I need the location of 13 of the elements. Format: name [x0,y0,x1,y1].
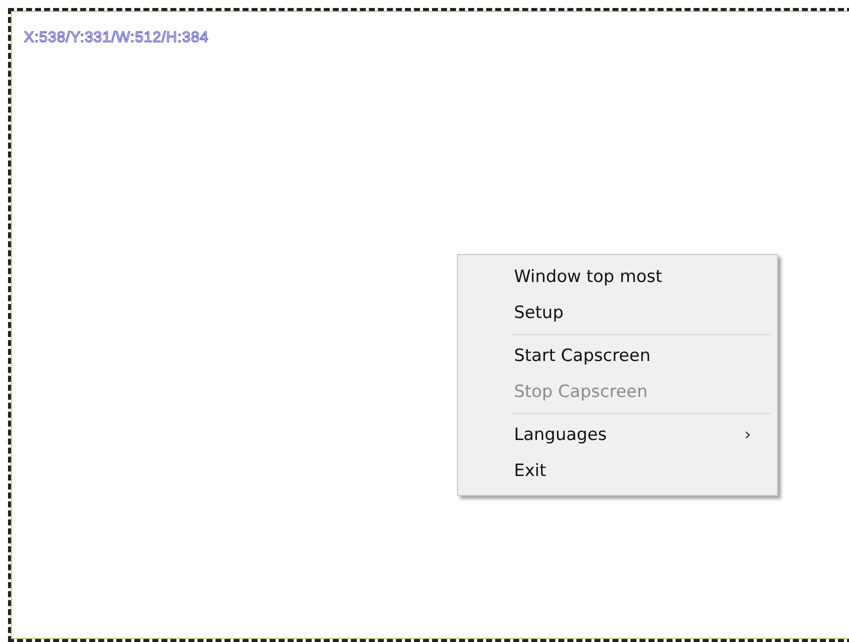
menu-item-label: Exit [514,461,546,481]
menu-item[interactable]: Languages › [460,417,775,453]
menu-item-label: Start Capscreen [514,346,651,366]
menu-item[interactable]: Start Capscreen [460,338,775,374]
menu-item[interactable]: Exit [460,453,775,489]
menu-item[interactable]: Setup [460,295,775,331]
menu-item-label: Stop Capscreen [514,382,648,402]
menu-item[interactable]: Window top most [460,259,775,295]
menu-item-label: Setup [514,303,564,323]
submenu-arrow: › [744,425,751,445]
menu-item-label: Window top most [514,267,662,287]
coordinates-label: X:538/Y:331/W:512/H:384 [24,29,209,46]
menu-item-label: Languages [514,425,607,445]
